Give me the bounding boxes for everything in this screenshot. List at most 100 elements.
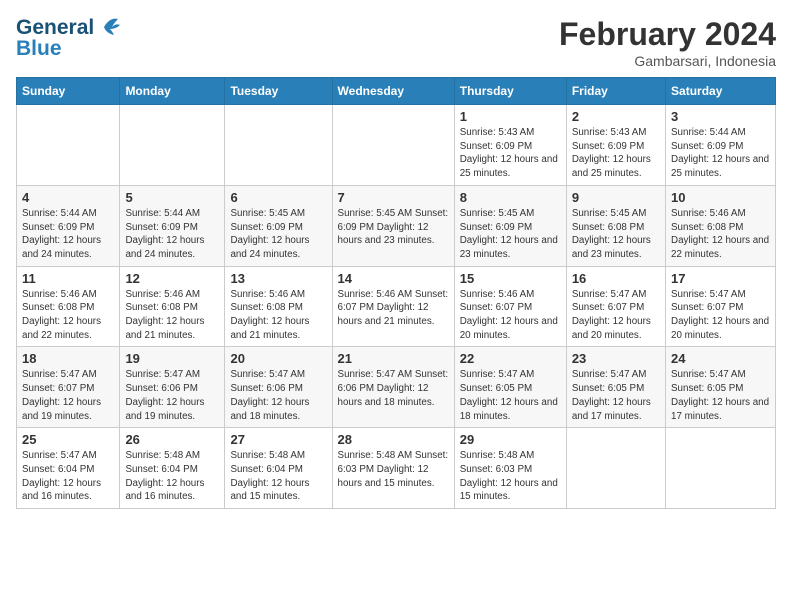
day-number: 9 [572,190,660,205]
day-number: 20 [230,351,326,366]
day-number: 5 [125,190,219,205]
week-row-2: 4Sunrise: 5:44 AM Sunset: 6:09 PM Daylig… [17,185,776,266]
day-cell: 2Sunrise: 5:43 AM Sunset: 6:09 PM Daylig… [566,105,665,186]
day-cell: 11 Sunrise: 5:46 AM Sunset: 6:08 PM Dayli… [17,266,120,347]
day-info: Sunrise: 5:45 AM Sunset: 6:09 PM Dayligh… [230,207,326,262]
day-cell: 4Sunrise: 5:44 AM Sunset: 6:09 PM Daylig… [17,185,120,266]
day-number: 3 [671,109,770,124]
header-monday: Monday [120,78,225,105]
day-info: Sunrise: 5:47 AM Sunset: 6:05 PM Dayligh… [460,368,561,423]
logo-bird-icon [96,13,122,39]
day-info: Sunrise: 5:48 AM Sunset: 6:04 PM Dayligh… [125,449,219,504]
day-number: 18 [22,351,114,366]
week-row-3: 11 Sunrise: 5:46 AM Sunset: 6:08 PM Dayli… [17,266,776,347]
day-info: Sunrise: 5:45 AM Sunset: 6:09 PM Dayligh… [338,207,449,248]
day-info: Sunrise: 5:47 AM Sunset: 6:05 PM Dayligh… [572,368,660,423]
day-cell: 5Sunrise: 5:44 AM Sunset: 6:09 PM Daylig… [120,185,225,266]
day-number: 14 [338,271,449,286]
day-info: Sunrise: 5:47 AM Sunset: 6:06 PM Dayligh… [230,368,326,423]
day-cell: 22 Sunrise: 5:47 AM Sunset: 6:05 PM Dayli… [454,347,566,428]
day-number: 10 [671,190,770,205]
day-cell: 12 Sunrise: 5:46 AM Sunset: 6:08 PM Dayli… [120,266,225,347]
day-cell [332,105,454,186]
day-info: Sunrise: 5:47 AM Sunset: 6:06 PM Dayligh… [338,368,449,409]
day-info: Sunrise: 5:47 AM Sunset: 6:07 PM Dayligh… [671,288,770,343]
day-cell [120,105,225,186]
day-cell [666,428,776,509]
header-friday: Friday [566,78,665,105]
day-cell: 27Sunrise: 5:48 AM Sunset: 6:04 PM Dayli… [225,428,332,509]
day-info: Sunrise: 5:45 AM Sunset: 6:09 PM Dayligh… [460,207,561,262]
title-block: February 2024 Gambarsari, Indonesia [559,16,776,69]
day-cell: 24 Sunrise: 5:47 AM Sunset: 6:05 PM Dayli… [666,347,776,428]
day-cell: 17 Sunrise: 5:47 AM Sunset: 6:07 PM Dayli… [666,266,776,347]
day-cell [225,105,332,186]
day-cell: 29 Sunrise: 5:48 AM Sunset: 6:03 PM Dayli… [454,428,566,509]
header-sunday: Sunday [17,78,120,105]
logo-blue: Blue [16,37,122,60]
day-cell: 21 Sunrise: 5:47 AM Sunset: 6:06 PM Dayli… [332,347,454,428]
sub-title: Gambarsari, Indonesia [559,53,776,69]
logo: General Blue [16,16,122,60]
header-thursday: Thursday [454,78,566,105]
day-number: 24 [671,351,770,366]
day-number: 29 [460,432,561,447]
day-info: Sunrise: 5:46 AM Sunset: 6:07 PM Dayligh… [338,288,449,329]
day-cell: 16 Sunrise: 5:47 AM Sunset: 6:07 PM Dayli… [566,266,665,347]
day-number: 15 [460,271,561,286]
day-info: Sunrise: 5:47 AM Sunset: 6:07 PM Dayligh… [572,288,660,343]
day-info: Sunrise: 5:43 AM Sunset: 6:09 PM Dayligh… [572,126,660,181]
day-cell: 8 Sunrise: 5:45 AM Sunset: 6:09 PM Daylig… [454,185,566,266]
header-tuesday: Tuesday [225,78,332,105]
calendar-table: SundayMondayTuesdayWednesdayThursdayFrid… [16,77,776,509]
day-info: Sunrise: 5:46 AM Sunset: 6:08 PM Dayligh… [671,207,770,262]
day-number: 11 [22,271,114,286]
day-info: Sunrise: 5:47 AM Sunset: 6:07 PM Dayligh… [22,368,114,423]
page-header: General Blue February 2024 Gambarsari, I… [16,16,776,69]
day-cell: 26 Sunrise: 5:48 AM Sunset: 6:04 PM Dayli… [120,428,225,509]
day-info: Sunrise: 5:46 AM Sunset: 6:08 PM Dayligh… [125,288,219,343]
calendar-header-row: SundayMondayTuesdayWednesdayThursdayFrid… [17,78,776,105]
week-row-5: 25 Sunrise: 5:47 AM Sunset: 6:04 PM Dayli… [17,428,776,509]
week-row-4: 18 Sunrise: 5:47 AM Sunset: 6:07 PM Dayli… [17,347,776,428]
day-number: 25 [22,432,114,447]
day-number: 22 [460,351,561,366]
header-saturday: Saturday [666,78,776,105]
day-cell: 15 Sunrise: 5:46 AM Sunset: 6:07 PM Dayli… [454,266,566,347]
day-number: 8 [460,190,561,205]
day-cell: 13Sunrise: 5:46 AM Sunset: 6:08 PM Dayli… [225,266,332,347]
day-cell: 18 Sunrise: 5:47 AM Sunset: 6:07 PM Dayli… [17,347,120,428]
day-cell: 7Sunrise: 5:45 AM Sunset: 6:09 PM Daylig… [332,185,454,266]
day-number: 27 [230,432,326,447]
day-number: 6 [230,190,326,205]
day-info: Sunrise: 5:43 AM Sunset: 6:09 PM Dayligh… [460,126,561,181]
week-row-1: 1 Sunrise: 5:43 AM Sunset: 6:09 PM Daylig… [17,105,776,186]
day-number: 12 [125,271,219,286]
day-cell: 28 Sunrise: 5:48 AM Sunset: 6:03 PM Dayli… [332,428,454,509]
day-info: Sunrise: 5:48 AM Sunset: 6:03 PM Dayligh… [460,449,561,504]
day-cell: 14 Sunrise: 5:46 AM Sunset: 6:07 PM Dayli… [332,266,454,347]
day-info: Sunrise: 5:47 AM Sunset: 6:05 PM Dayligh… [671,368,770,423]
day-info: Sunrise: 5:46 AM Sunset: 6:07 PM Dayligh… [460,288,561,343]
day-number: 21 [338,351,449,366]
day-number: 1 [460,109,561,124]
day-number: 17 [671,271,770,286]
day-number: 26 [125,432,219,447]
day-number: 13 [230,271,326,286]
day-cell [566,428,665,509]
day-info: Sunrise: 5:45 AM Sunset: 6:08 PM Dayligh… [572,207,660,262]
day-number: 23 [572,351,660,366]
day-info: Sunrise: 5:46 AM Sunset: 6:08 PM Dayligh… [22,288,114,343]
day-cell: 1 Sunrise: 5:43 AM Sunset: 6:09 PM Daylig… [454,105,566,186]
day-cell: 6 Sunrise: 5:45 AM Sunset: 6:09 PM Daylig… [225,185,332,266]
day-cell: 20 Sunrise: 5:47 AM Sunset: 6:06 PM Dayli… [225,347,332,428]
day-info: Sunrise: 5:44 AM Sunset: 6:09 PM Dayligh… [22,207,114,262]
day-info: Sunrise: 5:47 AM Sunset: 6:04 PM Dayligh… [22,449,114,504]
logo-general: General [16,16,94,39]
day-cell: 23 Sunrise: 5:47 AM Sunset: 6:05 PM Dayli… [566,347,665,428]
day-number: 28 [338,432,449,447]
day-cell: 10 Sunrise: 5:46 AM Sunset: 6:08 PM Dayli… [666,185,776,266]
day-number: 16 [572,271,660,286]
day-info: Sunrise: 5:48 AM Sunset: 6:03 PM Dayligh… [338,449,449,490]
day-cell: 9 Sunrise: 5:45 AM Sunset: 6:08 PM Daylig… [566,185,665,266]
